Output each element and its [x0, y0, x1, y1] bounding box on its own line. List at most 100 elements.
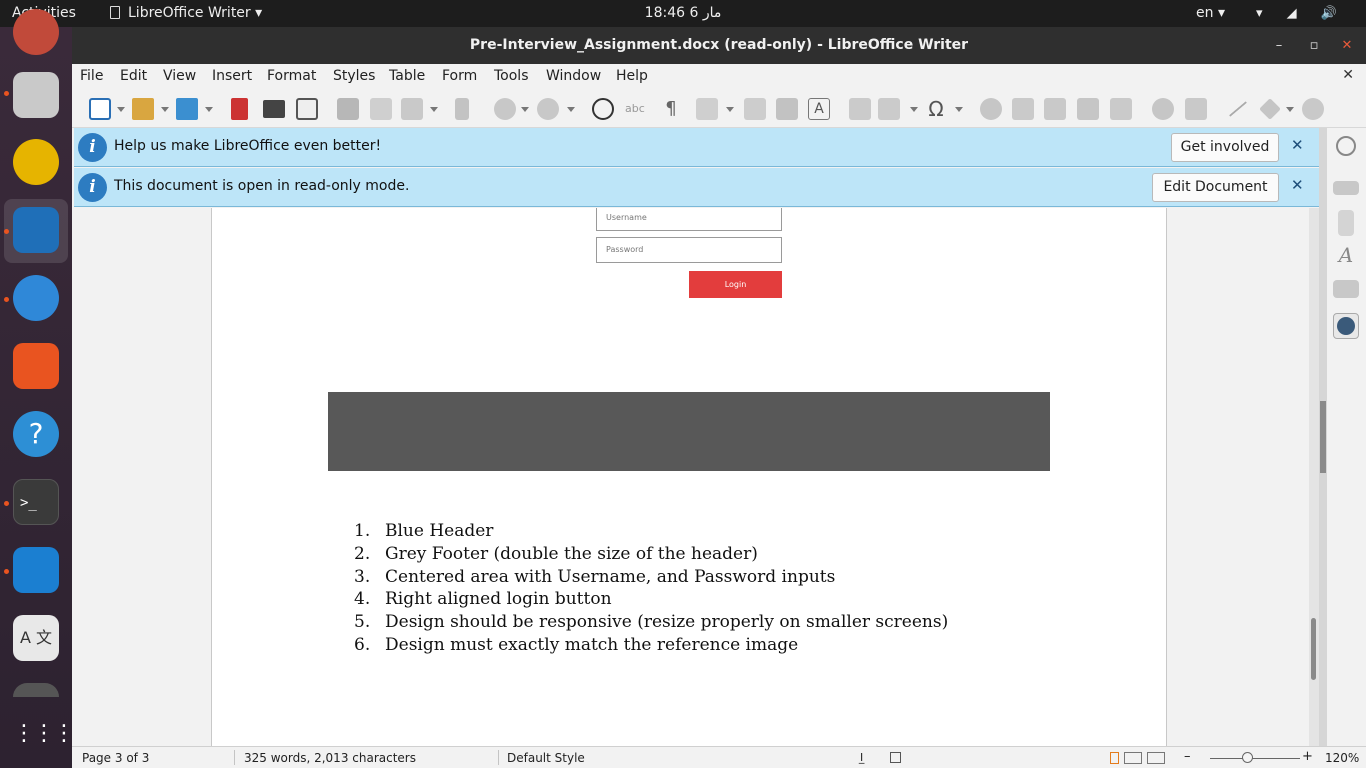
comment-icon[interactable] [1152, 98, 1174, 120]
files-icon[interactable] [13, 72, 59, 118]
system-status-icons[interactable]: ▾ ◢ 🔊 ⏻ ▾ [1256, 0, 1366, 48]
sidebar-properties-icon[interactable] [1333, 181, 1359, 195]
word-count[interactable]: 325 words, 2,013 characters [244, 751, 416, 765]
formatting-marks-icon[interactable]: ¶ [660, 98, 682, 120]
close-infobar-icon[interactable]: ✕ [1291, 136, 1304, 154]
minimize-button[interactable]: – [1262, 27, 1296, 64]
new-dropdown-icon[interactable] [117, 107, 125, 112]
insert-chart-icon[interactable] [776, 98, 798, 120]
book-view-icon[interactable] [1147, 752, 1165, 764]
document-modified-icon[interactable] [890, 752, 901, 763]
close-infobar-icon[interactable]: ✕ [1291, 176, 1304, 194]
close-window-button[interactable]: ✕ [1330, 27, 1364, 64]
insert-table-icon[interactable] [696, 98, 718, 120]
paste-icon[interactable] [401, 98, 423, 120]
menu-format[interactable]: Format [267, 68, 316, 84]
sidebar-collapse-handle[interactable] [1320, 401, 1326, 473]
terminal-icon[interactable]: >_ [13, 479, 59, 525]
hyperlink-icon[interactable] [980, 98, 1002, 120]
basic-shapes-icon[interactable] [1259, 98, 1281, 120]
close-document-icon[interactable]: ✕ [1342, 67, 1354, 83]
scrollbar-thumb[interactable] [1311, 618, 1316, 680]
title-bar[interactable]: Pre-Interview_Assignment.docx (read-only… [72, 27, 1366, 64]
sidebar-gallery-icon[interactable] [1333, 280, 1359, 298]
track-changes-icon[interactable] [1185, 98, 1207, 120]
insert-text-box-icon[interactable]: A [808, 98, 830, 120]
menu-form[interactable]: Form [442, 68, 477, 84]
bookmark-icon[interactable] [1077, 98, 1099, 120]
redo-dropdown-icon[interactable] [567, 107, 575, 112]
language-indicator[interactable]: en ▾ [1196, 0, 1225, 27]
find-replace-icon[interactable] [592, 98, 614, 120]
print-icon[interactable] [263, 100, 285, 118]
new-document-icon[interactable] [89, 98, 111, 120]
edit-document-button[interactable]: Edit Document [1152, 173, 1279, 202]
document-area[interactable]: Username Password Login 1. Blue Header 2.… [72, 208, 1317, 746]
undo-icon[interactable] [494, 98, 516, 120]
page-break-icon[interactable] [849, 98, 871, 120]
undo-dropdown-icon[interactable] [521, 107, 529, 112]
get-involved-button[interactable]: Get involved [1171, 133, 1279, 162]
special-character-icon[interactable]: Ω [925, 98, 947, 120]
maximize-button[interactable]: ▫ [1297, 27, 1331, 64]
copy-icon[interactable] [370, 98, 392, 120]
open-dropdown-icon[interactable] [161, 107, 169, 112]
page-count[interactable]: Page 3 of 3 [82, 751, 149, 765]
translate-icon[interactable]: A 文 [13, 615, 59, 661]
cut-icon[interactable] [337, 98, 359, 120]
zoom-slider[interactable] [1210, 758, 1300, 759]
sidebar-styles-icon[interactable]: A [1333, 242, 1359, 268]
sidebar-navigator-icon[interactable] [1333, 313, 1359, 339]
shapes-dropdown-icon[interactable] [1286, 107, 1294, 112]
menu-window[interactable]: Window [546, 68, 601, 84]
endnote-icon[interactable] [1044, 98, 1066, 120]
multi-page-view-icon[interactable] [1124, 752, 1142, 764]
zoom-level[interactable]: 120% [1325, 751, 1359, 765]
spelling-icon[interactable]: abc [625, 98, 647, 120]
help-icon[interactable]: ? [13, 411, 59, 457]
menu-insert[interactable]: Insert [212, 68, 252, 84]
zoom-out-button[interactable]: – [1184, 749, 1191, 764]
menu-view[interactable]: View [163, 68, 196, 84]
dock-partial-icon[interactable] [13, 9, 59, 55]
insert-field-icon[interactable] [878, 98, 900, 120]
sidebar-page-icon[interactable] [1338, 210, 1354, 236]
print-preview-icon[interactable] [296, 98, 318, 120]
insert-line-icon[interactable] [1228, 101, 1248, 117]
thunderbird-icon[interactable] [13, 275, 59, 321]
table-dropdown-icon[interactable] [726, 107, 734, 112]
menu-styles[interactable]: Styles [333, 68, 375, 84]
special-character-dropdown-icon[interactable] [955, 107, 963, 112]
vertical-scrollbar[interactable] [1309, 208, 1319, 746]
single-page-view-icon[interactable] [1110, 752, 1119, 764]
field-dropdown-icon[interactable] [910, 107, 918, 112]
cross-reference-icon[interactable] [1110, 98, 1132, 120]
save-icon[interactable] [176, 98, 198, 120]
dock-partial-bottom-icon[interactable] [13, 683, 59, 697]
open-folder-icon[interactable] [132, 98, 154, 120]
document-page[interactable]: Username Password Login 1. Blue Header 2.… [211, 208, 1167, 746]
menu-edit[interactable]: Edit [120, 68, 147, 84]
paste-dropdown-icon[interactable] [430, 107, 438, 112]
export-pdf-icon[interactable] [231, 98, 248, 120]
insert-image-icon[interactable] [744, 98, 766, 120]
footnote-icon[interactable] [1012, 98, 1034, 120]
callout-shapes-icon[interactable] [1302, 98, 1324, 120]
insert-mode-icon[interactable]: I̲ [860, 751, 863, 764]
vscode-icon[interactable] [13, 547, 59, 593]
clone-formatting-icon[interactable] [455, 98, 469, 120]
libreoffice-writer-icon[interactable] [13, 207, 59, 253]
show-applications-icon[interactable]: ⋮⋮⋮ [13, 711, 75, 757]
redo-icon[interactable] [537, 98, 559, 120]
zoom-in-button[interactable]: + [1302, 749, 1313, 764]
zoom-slider-knob[interactable] [1242, 752, 1253, 763]
menu-file[interactable]: File [80, 68, 103, 84]
menu-tools[interactable]: Tools [494, 68, 529, 84]
rhythmbox-icon[interactable] [13, 139, 59, 185]
save-dropdown-icon[interactable] [205, 107, 213, 112]
menu-help[interactable]: Help [616, 68, 648, 84]
menu-table[interactable]: Table [389, 68, 425, 84]
ubuntu-software-icon[interactable] [13, 343, 59, 389]
app-menu[interactable]: LibreOffice Writer ▾ [110, 0, 262, 27]
page-style[interactable]: Default Style [507, 751, 585, 765]
